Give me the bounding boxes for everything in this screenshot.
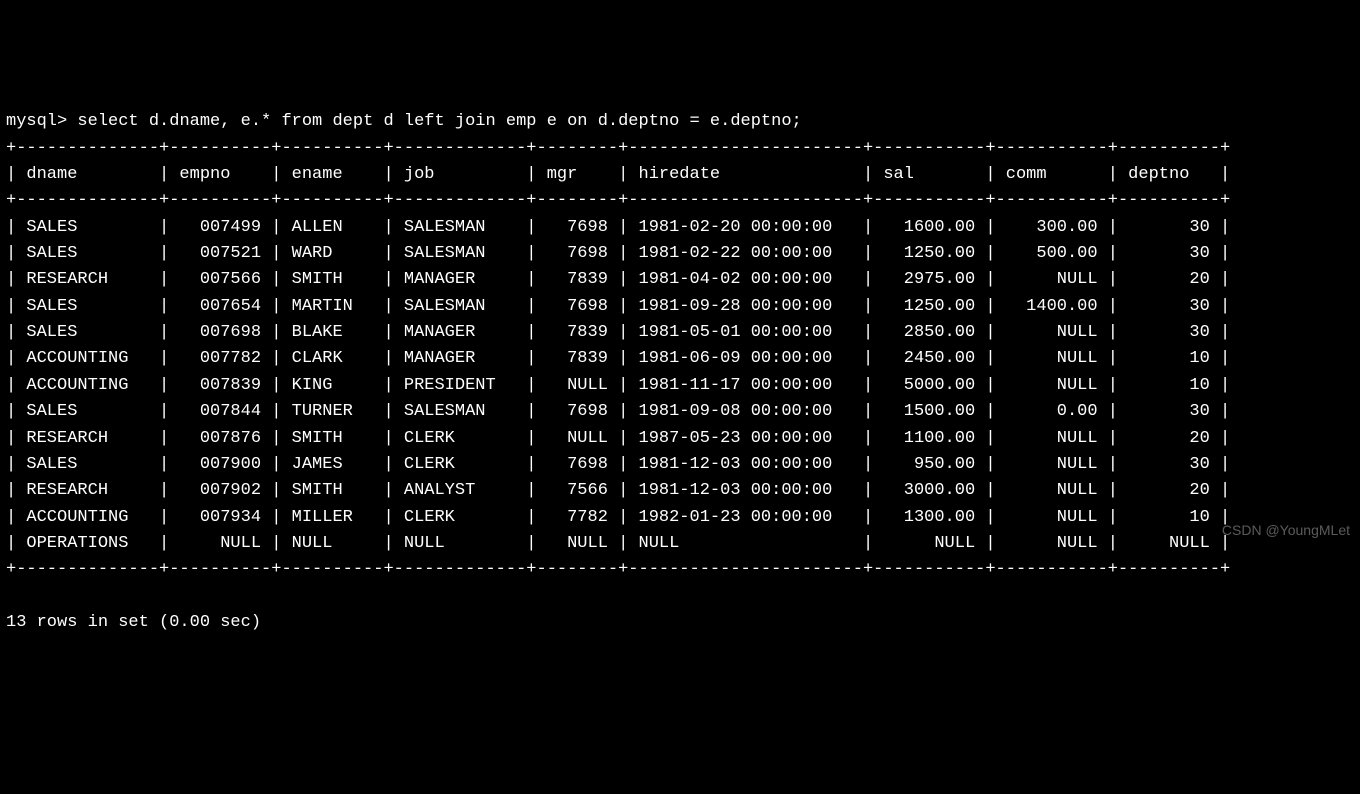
- sql-query: select d.dname, e.* from dept d left joi…: [77, 112, 801, 131]
- result-table: +--------------+----------+----------+--…: [6, 136, 1354, 584]
- watermark: CSDN @YoungMLet: [1222, 520, 1350, 542]
- result-footer: 13 rows in set (0.00 sec): [6, 613, 261, 632]
- mysql-prompt: mysql>: [6, 112, 77, 131]
